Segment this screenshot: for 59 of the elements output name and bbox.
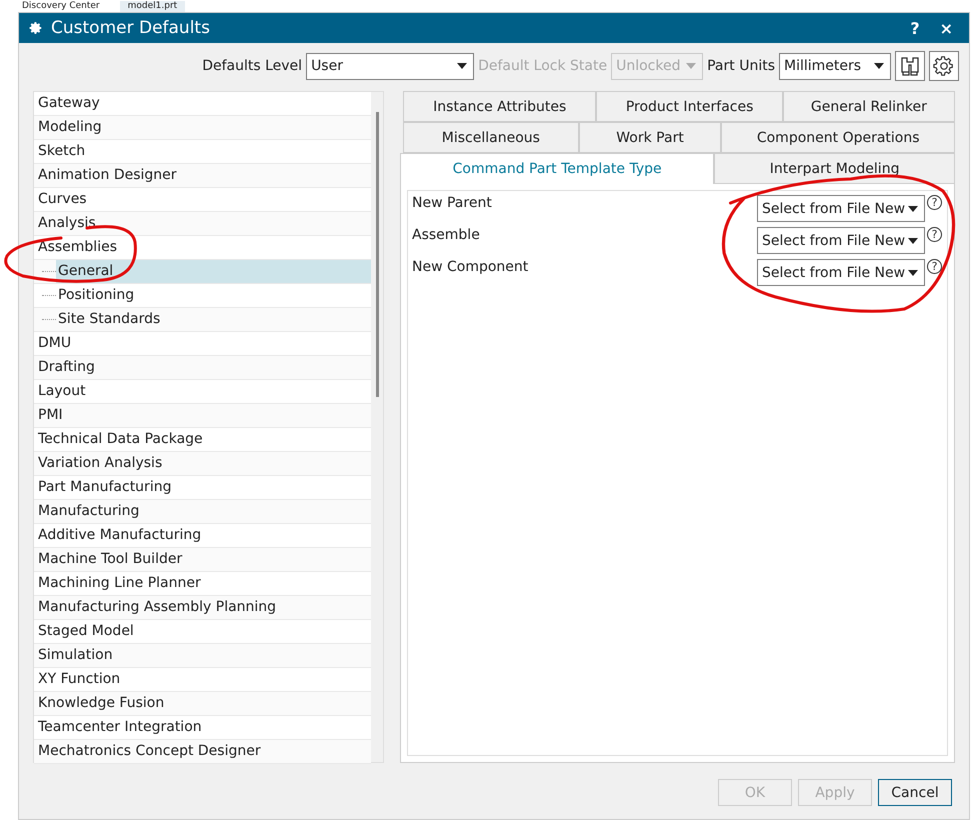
tree-item[interactable]: General	[56, 260, 371, 283]
tree-item[interactable]: Part Manufacturing	[38, 476, 172, 499]
tree-item[interactable]: Additive Manufacturing	[38, 524, 202, 547]
scrollbar[interactable]	[371, 92, 383, 762]
dropdown[interactable]: Select from File New	[757, 227, 925, 254]
tree-item[interactable]: Gateway	[38, 92, 100, 115]
tree-item[interactable]: Technical Data Package	[38, 428, 203, 451]
tree-item[interactable]: Curves	[38, 188, 87, 211]
tree-item[interactable]: Drafting	[38, 356, 95, 379]
tab[interactable]: Component Operations	[721, 122, 956, 153]
caret-icon	[686, 63, 696, 69]
tree-item[interactable]: Teamcenter Integration	[38, 716, 202, 739]
tree-item[interactable]: Assemblies	[38, 236, 117, 259]
app-tab[interactable]: Discovery Center	[14, 1, 108, 12]
caret-icon	[908, 238, 918, 244]
field-label: Default Lock State	[478, 58, 608, 74]
caret-icon	[457, 63, 468, 69]
tab[interactable]: Interpart Modeling	[714, 153, 955, 184]
tree-item[interactable]: Machining Line Planner	[38, 572, 201, 595]
tree-item[interactable]: XY Function	[38, 668, 120, 691]
window-title: Customer Defaults	[51, 18, 211, 38]
settings-button[interactable]	[929, 51, 959, 81]
tree-item[interactable]: Positioning	[56, 284, 371, 307]
dropdown[interactable]: Millimeters	[779, 52, 891, 80]
setting-label: New Component	[412, 259, 530, 275]
dropdown[interactable]: Select from File New	[757, 195, 925, 222]
tab[interactable]: Work Part	[578, 122, 722, 153]
binoculars-icon	[899, 56, 921, 76]
tree-item[interactable]: PMI	[38, 404, 63, 427]
settings-icon	[933, 55, 955, 77]
app-tab[interactable]: model1.prt	[120, 1, 186, 12]
tree-item[interactable]: DMU	[38, 332, 72, 355]
tab[interactable]: Miscellaneous	[403, 122, 579, 153]
field-label: Defaults Level	[202, 58, 302, 74]
dialog-button[interactable]: Cancel	[878, 779, 952, 806]
caret-icon	[908, 270, 918, 276]
setting-label: New Parent	[412, 195, 493, 211]
help-icon[interactable]: ?	[927, 259, 942, 274]
binoculars-button[interactable]	[895, 51, 925, 81]
tab[interactable]: Product Interfaces	[596, 91, 783, 122]
tab[interactable]: General Relinker	[782, 91, 955, 122]
gear-icon	[29, 21, 43, 35]
help-icon[interactable]: ?	[927, 227, 942, 242]
close-button[interactable]: ×	[934, 18, 959, 38]
dropdown[interactable]: User	[306, 52, 474, 80]
dropdown[interactable]: Select from File New	[757, 259, 925, 286]
caret-icon	[874, 63, 884, 69]
tab[interactable]: Instance Attributes	[403, 91, 596, 122]
field-label: Part Units	[707, 58, 775, 74]
caret-icon	[908, 206, 918, 212]
tab[interactable]: Command Part Template Type	[400, 153, 714, 184]
tree-item[interactable]: Sketch	[38, 140, 86, 163]
setting-label: Assemble	[412, 227, 481, 243]
tree-item[interactable]: Staged Model	[38, 620, 134, 643]
help-icon[interactable]: ?	[927, 195, 942, 210]
tree-item[interactable]: Analysis	[38, 212, 96, 235]
help-button[interactable]: ?	[904, 18, 926, 38]
tree-item[interactable]: Modeling	[38, 116, 102, 139]
tree-item[interactable]: Layout	[38, 380, 86, 403]
